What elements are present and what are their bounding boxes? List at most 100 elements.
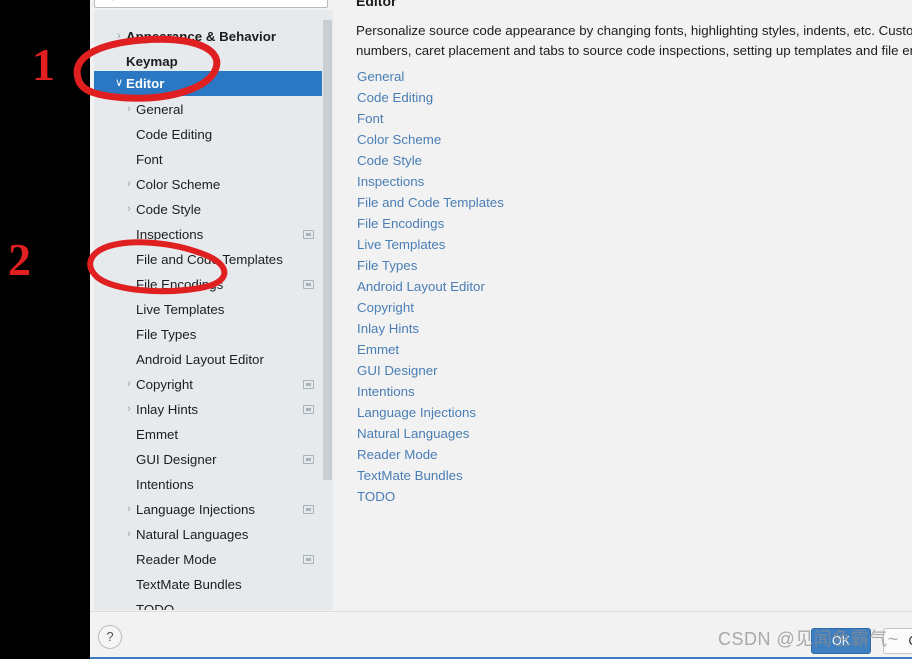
tree-item-label: Code Editing bbox=[136, 127, 213, 142]
tree-item-code-style[interactable]: › Code Style bbox=[94, 197, 333, 222]
tree-item-label: Emmet bbox=[136, 427, 179, 442]
tree-item-color-scheme[interactable]: › Color Scheme bbox=[94, 172, 333, 197]
content-link-todo[interactable]: TODO bbox=[357, 486, 677, 507]
chevron-right-icon[interactable]: › bbox=[122, 204, 136, 215]
tree-item-intentions[interactable]: Intentions bbox=[94, 472, 333, 497]
tree-item-editor[interactable]: ∨ Editor bbox=[94, 71, 333, 96]
tree-scrollbar-track[interactable] bbox=[322, 10, 333, 610]
tree-item-live-templates[interactable]: Live Templates bbox=[94, 297, 333, 322]
tree-item-label: File and Code Templates bbox=[136, 252, 283, 267]
content-link-android-layout-editor[interactable]: Android Layout Editor bbox=[357, 276, 677, 297]
ide-scope-icon bbox=[303, 555, 314, 564]
ide-scope-icon bbox=[303, 455, 314, 464]
content-link-font[interactable]: Font bbox=[357, 108, 677, 129]
tree-item-label: File Encodings bbox=[136, 277, 224, 292]
tree-item-label: Color Scheme bbox=[136, 177, 221, 192]
ide-scope-icon bbox=[303, 405, 314, 414]
chevron-right-icon[interactable]: › bbox=[122, 104, 136, 115]
settings-dialog: › Appearance & Behavior Keymap ∨ Editor › Gene… bbox=[90, 0, 912, 659]
tree-item-label: Font bbox=[136, 152, 163, 167]
content-link-emmet[interactable]: Emmet bbox=[357, 339, 677, 360]
content-link-code-style[interactable]: Code Style bbox=[357, 150, 677, 171]
content-link-file-and-code-templates[interactable]: File and Code Templates bbox=[357, 192, 677, 213]
tree-item-label: Code Style bbox=[136, 202, 202, 217]
ide-scope-icon bbox=[303, 230, 314, 239]
help-button[interactable]: ? bbox=[98, 625, 122, 649]
tree-item-todo[interactable]: TODO bbox=[94, 597, 333, 610]
annotation-marker-1: 1 bbox=[32, 39, 55, 90]
tree-item-file-types[interactable]: File Types bbox=[94, 322, 333, 347]
settings-tree[interactable]: › Appearance & Behavior Keymap ∨ Editor › Gene… bbox=[94, 10, 333, 610]
content-link-live-templates[interactable]: Live Templates bbox=[357, 234, 677, 255]
tree-item-reader-mode[interactable]: Reader Mode bbox=[94, 547, 333, 572]
subsection-link-list[interactable]: General Code Editing Font Color Scheme Code … bbox=[357, 66, 677, 507]
content-link-code-editing[interactable]: Code Editing bbox=[357, 87, 677, 108]
content-link-inspections[interactable]: Inspections bbox=[357, 171, 677, 192]
ide-scope-icon bbox=[303, 505, 314, 514]
chevron-right-icon[interactable]: › bbox=[112, 31, 126, 42]
tree-item-language-injections[interactable]: › Language Injections bbox=[94, 497, 333, 522]
tree-item-file-encodings[interactable]: File Encodings bbox=[94, 272, 333, 297]
tree-item-gui-designer[interactable]: GUI Designer bbox=[94, 447, 333, 472]
tree-item-label: Android Layout Editor bbox=[136, 352, 264, 367]
screenshot-root: › Appearance & Behavior Keymap ∨ Editor › Gene… bbox=[0, 0, 912, 659]
tree-item-code-editing[interactable]: Code Editing bbox=[94, 122, 333, 147]
tree-item-android-layout-editor[interactable]: Android Layout Editor bbox=[94, 347, 333, 372]
chevron-right-icon[interactable]: › bbox=[122, 504, 136, 515]
ide-scope-icon bbox=[303, 380, 314, 389]
content-link-color-scheme[interactable]: Color Scheme bbox=[357, 129, 677, 150]
content-link-language-injections[interactable]: Language Injections bbox=[357, 402, 677, 423]
content-link-gui-designer[interactable]: GUI Designer bbox=[357, 360, 677, 381]
tree-item-font[interactable]: Font bbox=[94, 147, 333, 172]
tree-item-label: TODO bbox=[136, 602, 175, 610]
dialog-footer: ? OK C bbox=[90, 611, 912, 659]
tree-item-emmet[interactable]: Emmet bbox=[94, 422, 333, 447]
content-link-reader-mode[interactable]: Reader Mode bbox=[357, 444, 677, 465]
tree-item-natural-languages[interactable]: › Natural Languages bbox=[94, 522, 333, 547]
content-link-copyright[interactable]: Copyright bbox=[357, 297, 677, 318]
tree-item-appearance-behavior[interactable]: › Appearance & Behavior bbox=[94, 24, 333, 49]
tree-item-inspections[interactable]: Inspections bbox=[94, 222, 333, 247]
annotation-marker-2: 2 bbox=[8, 234, 31, 285]
content-link-natural-languages[interactable]: Natural Languages bbox=[357, 423, 677, 444]
settings-search-input[interactable] bbox=[94, 0, 328, 8]
page-title: Editor bbox=[356, 0, 397, 9]
tree-item-textmate-bundles[interactable]: TextMate Bundles bbox=[94, 572, 333, 597]
tree-item-label: Intentions bbox=[136, 477, 194, 492]
cancel-button[interactable]: C bbox=[883, 628, 912, 654]
chevron-right-icon[interactable]: › bbox=[122, 404, 136, 415]
page-description: Personalize source code appearance by ch… bbox=[356, 23, 912, 58]
tree-item-label: Appearance & Behavior bbox=[126, 29, 277, 44]
chevron-right-icon[interactable]: › bbox=[122, 379, 136, 390]
content-link-file-encodings[interactable]: File Encodings bbox=[357, 213, 677, 234]
tree-item-label: File Types bbox=[136, 327, 197, 342]
tree-item-label: Copyright bbox=[136, 377, 193, 392]
tree-item-label: TextMate Bundles bbox=[136, 577, 242, 592]
chevron-right-icon[interactable]: › bbox=[122, 529, 136, 540]
tree-item-inlay-hints[interactable]: › Inlay Hints bbox=[94, 397, 333, 422]
tree-item-label: GUI Designer bbox=[136, 452, 217, 467]
tree-item-copyright[interactable]: › Copyright bbox=[94, 372, 333, 397]
tree-item-label: Keymap bbox=[126, 54, 178, 69]
tree-item-label: General bbox=[136, 102, 184, 117]
tree-item-label: Inlay Hints bbox=[136, 402, 199, 417]
content-link-intentions[interactable]: Intentions bbox=[357, 381, 677, 402]
tree-item-file-and-code-templates[interactable]: File and Code Templates bbox=[94, 247, 333, 272]
tree-item-label: Reader Mode bbox=[136, 552, 217, 567]
tree-item-label: Live Templates bbox=[136, 302, 225, 317]
chevron-down-icon[interactable]: ∨ bbox=[112, 78, 126, 89]
content-link-file-types[interactable]: File Types bbox=[357, 255, 677, 276]
tree-scrollbar-thumb[interactable] bbox=[323, 20, 332, 480]
chevron-right-icon[interactable]: › bbox=[122, 179, 136, 190]
tree-item-label: Language Injections bbox=[136, 502, 256, 517]
tree-item-label: Inspections bbox=[136, 227, 204, 242]
content-link-textmate-bundles[interactable]: TextMate Bundles bbox=[357, 465, 677, 486]
ide-scope-icon bbox=[303, 280, 314, 289]
content-link-inlay-hints[interactable]: Inlay Hints bbox=[357, 318, 677, 339]
ok-button[interactable]: OK bbox=[811, 628, 871, 654]
content-link-general[interactable]: General bbox=[357, 66, 677, 87]
tree-item-label: Editor bbox=[126, 76, 165, 91]
tree-item-general[interactable]: › General bbox=[94, 97, 333, 122]
tree-item-label: Natural Languages bbox=[136, 527, 249, 542]
settings-content-pane: Editor Personalize source code appearanc… bbox=[340, 0, 912, 610]
